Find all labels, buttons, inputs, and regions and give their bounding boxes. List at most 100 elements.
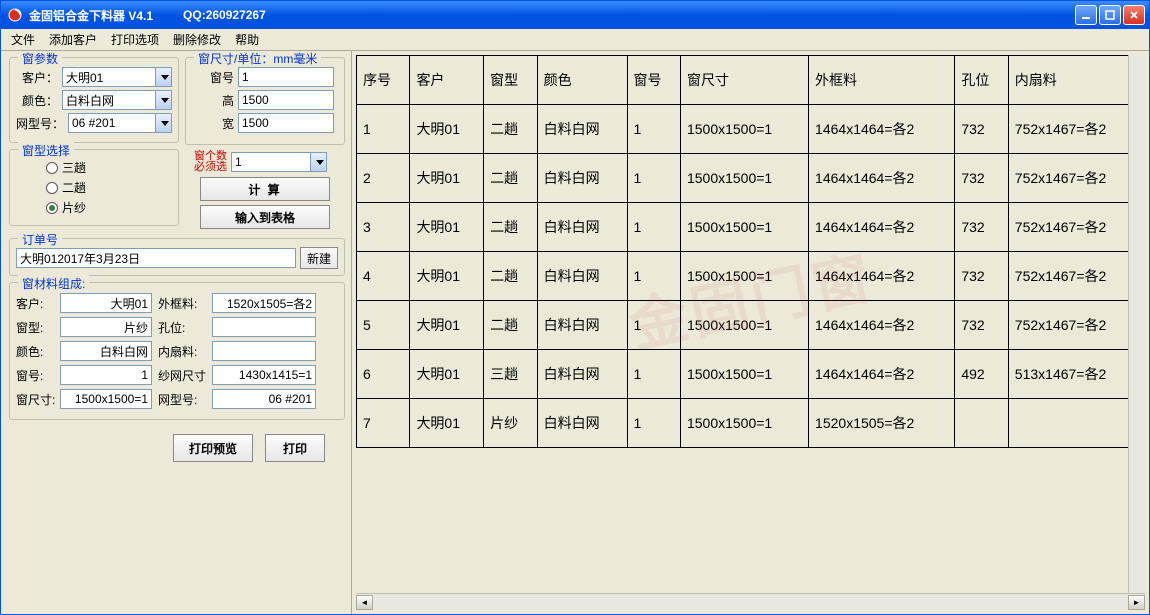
cell: 1 <box>627 154 680 203</box>
material-legend: 窗材料组成: <box>18 275 89 292</box>
scrollbar-vertical[interactable] <box>1128 55 1145 593</box>
data-table: 序号客户窗型颜色窗号窗尺寸外框料孔位内扇料 1大明01二趟白料白网11500x1… <box>356 55 1145 448</box>
height-label: 高 <box>192 92 234 109</box>
m-customer-label: 客户: <box>16 295 58 312</box>
m-size[interactable] <box>60 389 152 409</box>
table-row[interactable]: 4大明01二趟白料白网11500x1500=11464x1464=各273275… <box>357 252 1145 301</box>
m-no[interactable] <box>60 365 152 385</box>
new-button[interactable]: 新建 <box>300 247 338 269</box>
table-row[interactable]: 5大明01二趟白料白网11500x1500=11464x1464=各273275… <box>357 301 1145 350</box>
cell: 1464x1464=各2 <box>809 301 955 350</box>
m-type[interactable] <box>60 317 152 337</box>
chevron-down-icon[interactable] <box>155 91 171 109</box>
col-header: 内扇料 <box>1008 56 1144 105</box>
col-header: 客户 <box>410 56 484 105</box>
radio-icon <box>46 202 58 214</box>
cell: 大明01 <box>410 105 484 154</box>
main-panel: 金固门窗 序号客户窗型颜色窗号窗尺寸外框料孔位内扇料 1大明01二趟白料白网11… <box>351 51 1149 614</box>
menu-help[interactable]: 帮助 <box>229 29 265 50</box>
width-input[interactable] <box>238 113 334 133</box>
col-header: 颜色 <box>537 56 627 105</box>
cell <box>955 399 1008 448</box>
cell: 三趟 <box>484 350 537 399</box>
radio-opt2[interactable]: 二趟 <box>46 179 172 196</box>
window-size-group: 窗尺寸/单位：mm毫米 窗号 高 宽 <box>185 57 345 145</box>
cell: 二趟 <box>484 105 537 154</box>
menu-delete-edit[interactable]: 删除修改 <box>167 29 227 50</box>
window-type-group: 窗型选择 三趟 二趟 片纱 <box>9 149 179 226</box>
menu-add-customer[interactable]: 添加客户 <box>43 29 103 50</box>
customer-label: 客户： <box>16 69 58 86</box>
preview-button[interactable]: 打印预览 <box>173 434 253 462</box>
to-table-button[interactable]: 输入到表格 <box>200 205 330 229</box>
col-header: 窗尺寸 <box>680 56 808 105</box>
col-header: 外框料 <box>809 56 955 105</box>
m-size-label: 窗尺寸: <box>16 391 58 408</box>
col-header: 窗号 <box>627 56 680 105</box>
radio-icon <box>46 162 58 174</box>
type-legend: 窗型选择 <box>18 142 74 159</box>
minimize-button[interactable] <box>1075 5 1097 25</box>
height-input[interactable] <box>238 90 334 110</box>
radio-opt3[interactable]: 片纱 <box>46 199 172 216</box>
window-no-input[interactable] <box>238 67 334 87</box>
col-header: 序号 <box>357 56 410 105</box>
m-mesh-type[interactable] <box>212 389 316 409</box>
table-row[interactable]: 6大明01三趟白料白网11500x1500=11464x1464=各249251… <box>357 350 1145 399</box>
table-row[interactable]: 3大明01二趟白料白网11500x1500=11464x1464=各273275… <box>357 203 1145 252</box>
cell: 1464x1464=各2 <box>809 203 955 252</box>
app-title: 金固铝合金下料器 V4.1 <box>29 7 153 24</box>
chevron-down-icon[interactable] <box>155 114 171 132</box>
m-outer[interactable] <box>212 293 316 313</box>
cell: 1464x1464=各2 <box>809 350 955 399</box>
cell: 大明01 <box>410 203 484 252</box>
cell: 1500x1500=1 <box>680 203 808 252</box>
cell: 1500x1500=1 <box>680 154 808 203</box>
chevron-down-icon[interactable] <box>310 153 326 171</box>
cell: 白料白网 <box>537 399 627 448</box>
content: 窗参数 客户： 颜色： 网型号： 窗型选择 三趟 二趟 片 <box>1 51 1149 614</box>
scrollbar-horizontal[interactable]: ◄ ► <box>356 593 1145 610</box>
maximize-button[interactable] <box>1099 5 1121 25</box>
cell: 6 <box>357 350 410 399</box>
m-inner[interactable] <box>212 341 316 361</box>
cell: 1 <box>357 105 410 154</box>
m-no-label: 窗号: <box>16 367 58 384</box>
color-label: 颜色： <box>16 92 58 109</box>
calc-button[interactable]: 计 算 <box>200 177 330 201</box>
width-label: 宽 <box>192 115 234 132</box>
cell: 732 <box>955 154 1008 203</box>
cell: 二趟 <box>484 301 537 350</box>
table-row[interactable]: 2大明01二趟白料白网11500x1500=11464x1464=各273275… <box>357 154 1145 203</box>
cell <box>1008 399 1144 448</box>
menu-print-options[interactable]: 打印选项 <box>105 29 165 50</box>
table-row[interactable]: 1大明01二趟白料白网11500x1500=11464x1464=各273275… <box>357 105 1145 154</box>
scroll-right-icon[interactable]: ► <box>1128 595 1145 610</box>
cell: 1 <box>627 105 680 154</box>
count-label: 窗个数必须选 <box>185 151 227 173</box>
cell: 1 <box>627 399 680 448</box>
m-mesh-size[interactable] <box>212 365 316 385</box>
cell: 二趟 <box>484 154 537 203</box>
m-customer[interactable] <box>60 293 152 313</box>
cell: 752x1467=各2 <box>1008 154 1144 203</box>
menu-file[interactable]: 文件 <box>5 29 41 50</box>
cell: 1500x1500=1 <box>680 399 808 448</box>
cell: 白料白网 <box>537 350 627 399</box>
cell: 大明01 <box>410 399 484 448</box>
close-button[interactable] <box>1123 5 1145 25</box>
order-input[interactable] <box>16 248 296 268</box>
cell: 1464x1464=各2 <box>809 252 955 301</box>
cell: 2 <box>357 154 410 203</box>
table-row[interactable]: 7大明01片纱白料白网11500x1500=11520x1505=各2 <box>357 399 1145 448</box>
cell: 二趟 <box>484 203 537 252</box>
m-inner-label: 内扇料: <box>158 343 210 360</box>
print-button[interactable]: 打印 <box>265 434 325 462</box>
scroll-left-icon[interactable]: ◄ <box>356 595 373 610</box>
order-legend: 订单号 <box>18 231 62 248</box>
radio-opt1[interactable]: 三趟 <box>46 159 172 176</box>
m-hole[interactable] <box>212 317 316 337</box>
m-color[interactable] <box>60 341 152 361</box>
cell: 1464x1464=各2 <box>809 105 955 154</box>
chevron-down-icon[interactable] <box>155 68 171 86</box>
